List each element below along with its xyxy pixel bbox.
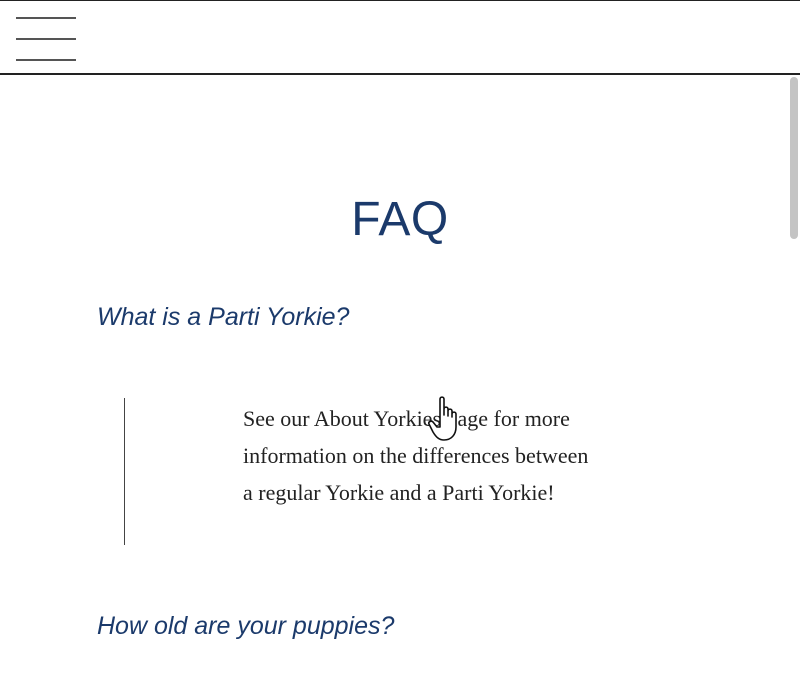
faq-answer-block: See our About Yorkies page for more info…: [124, 398, 605, 545]
menu-line-middle: [16, 38, 76, 40]
vertical-scrollbar[interactable]: [788, 77, 800, 688]
menu-line-top: [16, 17, 76, 19]
hamburger-menu-icon[interactable]: [16, 15, 76, 63]
faq-answer-text: See our About Yorkies page for more info…: [243, 406, 589, 505]
top-navigation-bar: [0, 0, 800, 75]
menu-line-bottom: [16, 59, 76, 61]
faq-question: How old are your puppies?: [97, 612, 395, 640]
page-title: FAQ: [351, 193, 449, 246]
faq-question: What is a Parti Yorkie?: [97, 303, 350, 331]
